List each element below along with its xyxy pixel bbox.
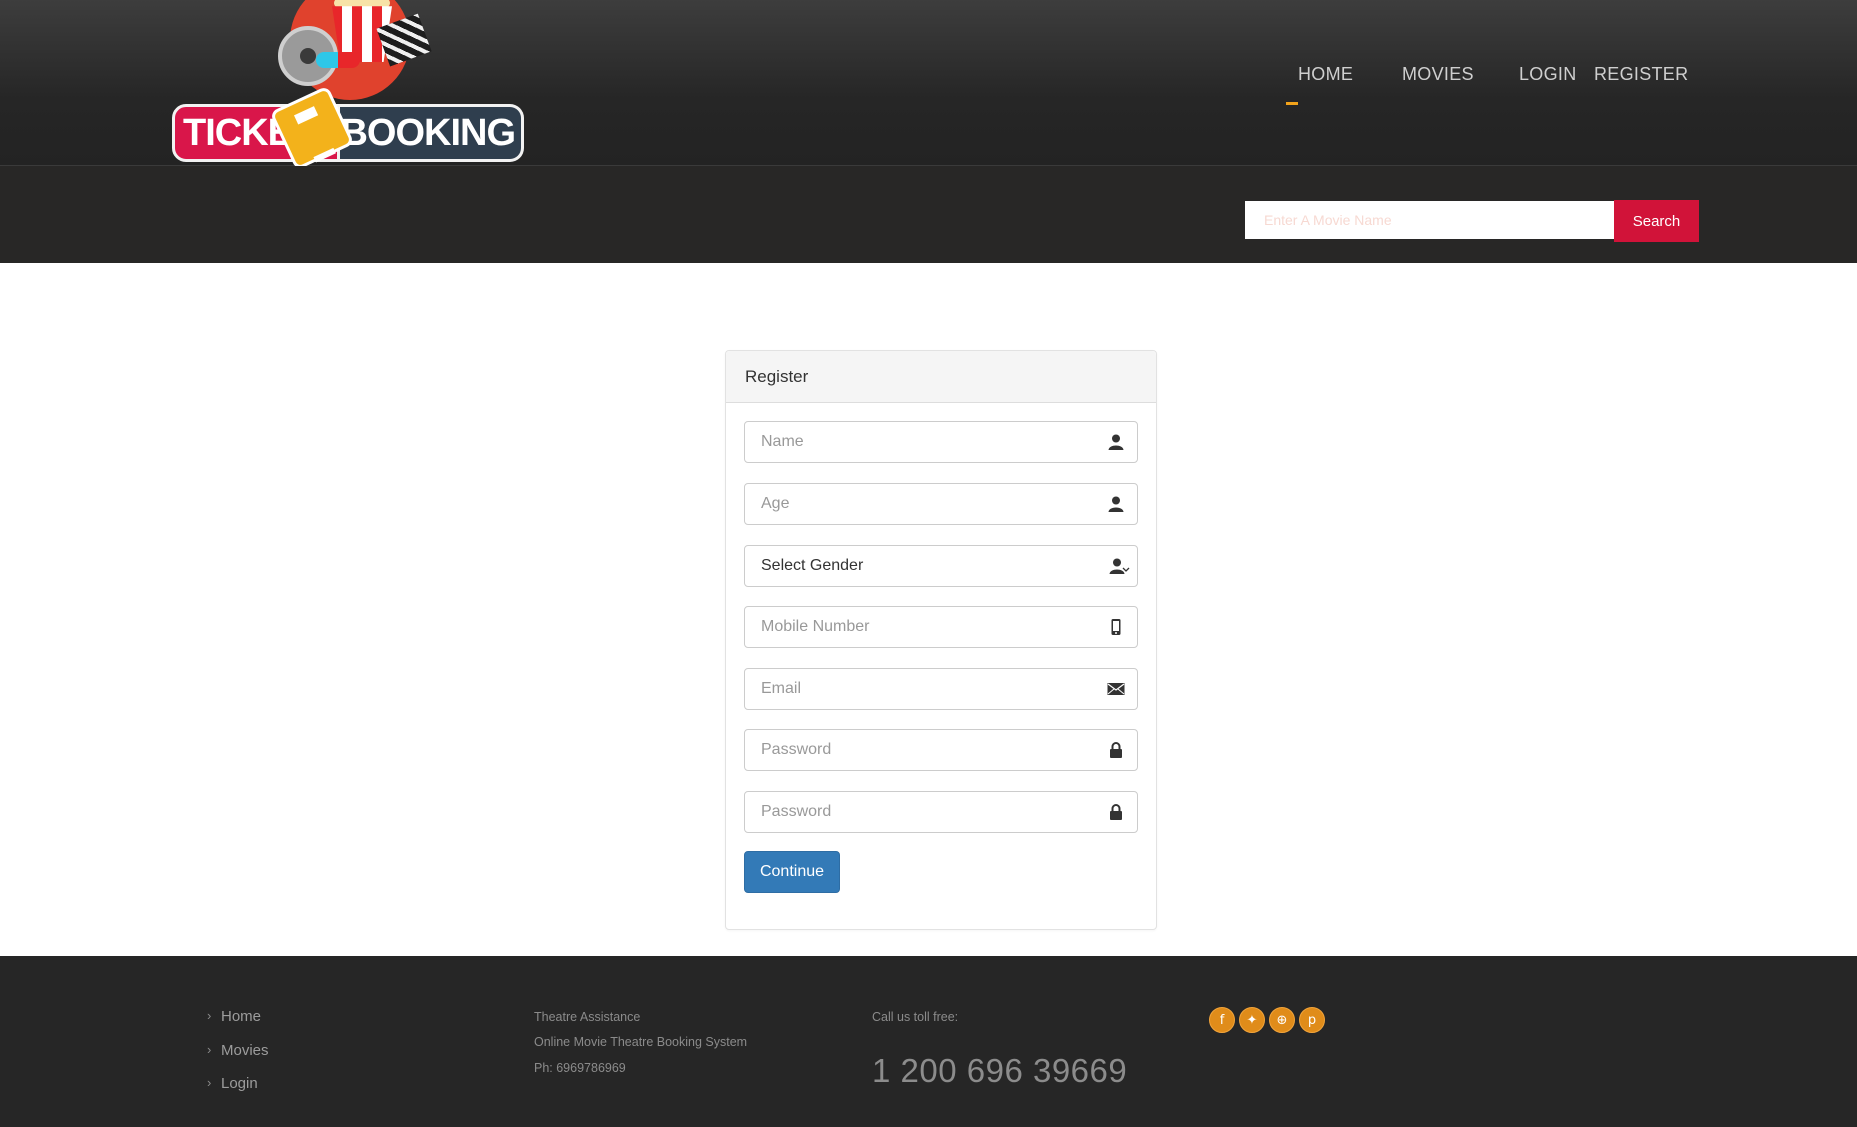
nav-login[interactable]: LOGIN <box>1519 64 1577 88</box>
gender-select[interactable]: Select Gender <box>744 545 1138 587</box>
nav-register[interactable]: REGISTER <box>1594 64 1688 88</box>
footer-link-login[interactable]: Login <box>221 1075 258 1092</box>
3d-glasses-icon <box>316 52 360 68</box>
name-input[interactable] <box>745 422 1137 462</box>
facebook-icon[interactable]: f <box>1209 1007 1235 1033</box>
dribbble-icon[interactable]: ⊕ <box>1269 1007 1295 1033</box>
password-input[interactable] <box>745 730 1137 770</box>
register-panel: Register Select Gender <box>725 350 1157 930</box>
envelope-icon <box>1107 683 1125 695</box>
gender-select-value[interactable]: Select Gender <box>745 546 1137 586</box>
user-icon <box>1108 496 1124 512</box>
chevron-right-icon: › <box>207 1042 212 1057</box>
footer-link-movies[interactable]: Movies <box>221 1042 269 1059</box>
search-button[interactable]: Search <box>1614 200 1699 242</box>
mobile-field[interactable] <box>744 606 1138 648</box>
continue-button[interactable]: Continue <box>744 851 840 893</box>
phone-icon <box>1111 619 1121 635</box>
twitter-icon[interactable]: ✦ <box>1239 1007 1265 1033</box>
email-field[interactable] <box>744 668 1138 710</box>
toll-free-label: Call us toll free: <box>872 1010 959 1024</box>
user-icon <box>1108 434 1124 450</box>
password-field[interactable] <box>744 729 1138 771</box>
pinterest-icon[interactable]: p <box>1299 1007 1325 1033</box>
user-dropdown-icon <box>1109 558 1130 574</box>
name-field[interactable] <box>744 421 1138 463</box>
footer <box>0 956 1857 1127</box>
site-logo[interactable]: TICKE BOOKING <box>172 0 524 171</box>
footer-link-home[interactable]: Home <box>221 1008 261 1025</box>
panel-title: Register <box>726 351 1156 403</box>
confirm-password-input[interactable] <box>745 792 1137 832</box>
age-input[interactable] <box>745 484 1137 524</box>
lock-icon <box>1110 804 1122 820</box>
chevron-right-icon: › <box>207 1075 212 1090</box>
confirm-password-field[interactable] <box>744 791 1138 833</box>
mobile-input[interactable] <box>745 607 1137 647</box>
top-header: TICKE BOOKING HOME MOVIES LOGIN REGISTER <box>0 0 1857 171</box>
lock-icon <box>1110 742 1122 758</box>
email-input[interactable] <box>745 669 1137 709</box>
footer-info-line: Ph: 6969786969 <box>534 1061 626 1075</box>
footer-info-line: Theatre Assistance <box>534 1010 641 1024</box>
chevron-right-icon: › <box>207 1008 212 1023</box>
age-field[interactable] <box>744 483 1138 525</box>
footer-info-line: Online Movie Theatre Booking System <box>534 1035 748 1049</box>
movie-search-input[interactable] <box>1245 201 1615 239</box>
nav-active-indicator <box>1286 102 1298 105</box>
nav-movies[interactable]: MOVIES <box>1402 64 1474 88</box>
logo-text-right: BOOKING <box>340 104 524 162</box>
nav-home[interactable]: HOME <box>1298 64 1353 88</box>
toll-free-number: 1 200 696 39669 <box>872 1052 1128 1089</box>
